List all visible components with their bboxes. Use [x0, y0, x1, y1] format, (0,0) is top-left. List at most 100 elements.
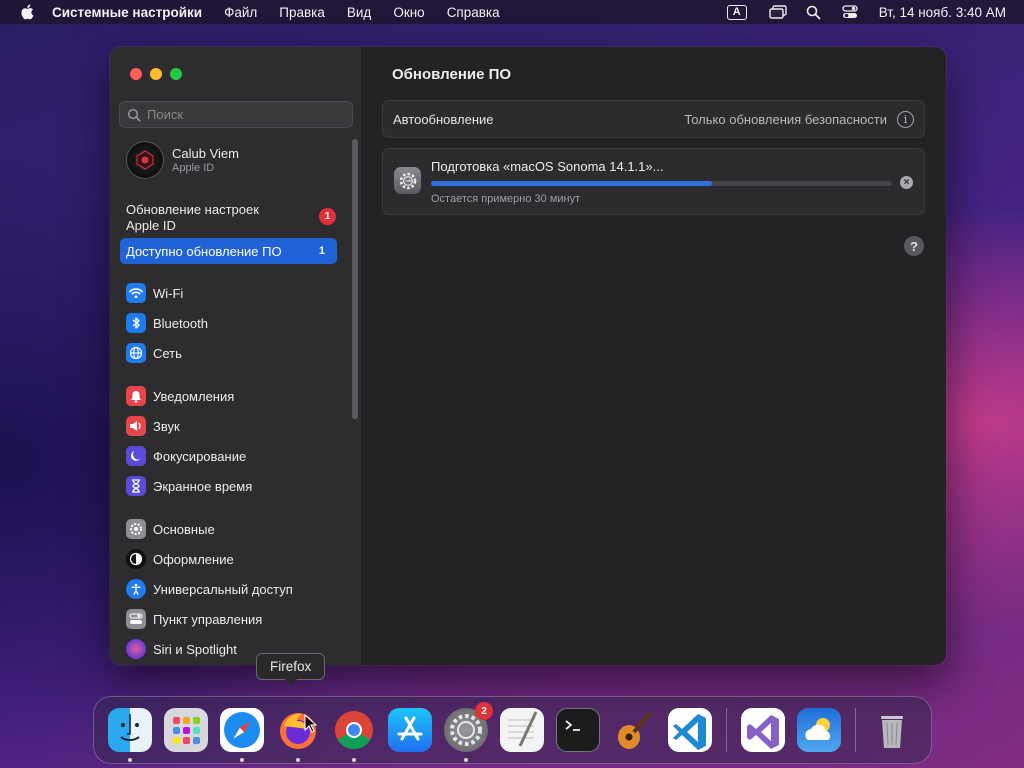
auto-update-label: Автообновление [393, 111, 494, 127]
sidebar-item-label: Звук [153, 418, 180, 434]
sidebar-item-label: Уведомления [153, 388, 235, 404]
sidebar-item-label: Основные [153, 521, 215, 537]
running-indicator [296, 758, 300, 762]
dock-vscode[interactable] [668, 708, 712, 752]
sidebar-item-label: Доступно обновление ПО [126, 243, 282, 259]
dock-chrome[interactable] [332, 708, 376, 762]
dock-separator [726, 708, 727, 752]
control-center-icon[interactable] [839, 4, 861, 20]
auto-update-value: Только обновления безопасности [684, 111, 887, 127]
sidebar-item-label: Bluetooth [153, 315, 208, 331]
moon-icon [126, 446, 146, 466]
sidebar-item-sound[interactable]: Звук [126, 411, 346, 441]
dock-visual-studio[interactable] [741, 708, 785, 752]
gear-icon [126, 519, 146, 539]
update-progress-bar [431, 181, 892, 186]
mouse-cursor-icon [304, 714, 318, 733]
sidebar-item-apple-id-update[interactable]: Обновление настроек Apple ID 1 [126, 202, 336, 234]
trash-icon [881, 716, 903, 748]
running-indicator [464, 758, 468, 762]
sidebar-group-notifications: Уведомления Звук Фокусирование Экранное … [126, 381, 346, 501]
sidebar-item-bluetooth[interactable]: Bluetooth [126, 308, 346, 338]
sidebar-item-wifi[interactable]: Wi-Fi [126, 278, 346, 308]
dock-app-store[interactable] [388, 708, 432, 752]
sidebar-item-focus[interactable]: Фокусирование [126, 441, 346, 471]
sidebar-item-network[interactable]: Сеть [126, 338, 346, 368]
sidebar: Calub Viem Apple ID Обновление настроек … [110, 47, 362, 665]
appearance-icon [126, 549, 146, 569]
sidebar-item-label: Фокусирование [153, 448, 247, 464]
avatar [126, 141, 164, 179]
info-icon[interactable]: i [897, 110, 914, 128]
launchpad-icon [173, 717, 200, 744]
search-field[interactable] [119, 101, 353, 128]
bluetooth-icon [126, 313, 146, 333]
sidebar-group-general: Основные Оформление Универсальный доступ… [126, 514, 346, 664]
update-count-badge: 1 [318, 245, 325, 257]
minimize-window-button[interactable] [150, 68, 162, 80]
dock-finder[interactable] [108, 708, 152, 762]
sidebar-item-accessibility[interactable]: Универсальный доступ [126, 574, 346, 604]
help-button[interactable]: ? [904, 236, 924, 256]
sidebar-group-network: Wi-Fi Bluetooth Сеть [126, 278, 346, 368]
menu-app-name[interactable]: Системные настройки [52, 5, 202, 20]
app-store-icon [397, 716, 423, 741]
wifi-icon [126, 283, 146, 303]
zoom-window-button[interactable] [170, 68, 182, 80]
menu-view[interactable]: Вид [347, 5, 371, 20]
menu-window[interactable]: Окно [393, 5, 424, 20]
notification-badge: 2 [475, 702, 493, 720]
dock-garageband[interactable] [612, 708, 656, 752]
cancel-update-button[interactable]: × [900, 176, 913, 189]
dock-separator [855, 708, 856, 752]
notification-badge: 1 [319, 208, 336, 225]
vscode-icon [673, 714, 706, 750]
menu-clock[interactable]: Вт, 14 нояб. 3:40 AM [879, 5, 1006, 20]
running-indicator [240, 758, 244, 762]
menu-file[interactable]: Файл [224, 5, 257, 20]
auto-update-row[interactable]: Автообновление Только обновления безопас… [382, 100, 925, 138]
hourglass-icon [126, 476, 146, 496]
sidebar-scrollbar[interactable] [352, 139, 358, 419]
sidebar-item-appearance[interactable]: Оформление [126, 544, 346, 574]
dock-textedit[interactable] [500, 708, 544, 752]
account-name: Calub Viem [172, 146, 239, 161]
globe-icon [126, 343, 146, 363]
main-pane: Обновление ПО Автообновление Только обно… [362, 47, 946, 665]
search-icon [127, 108, 141, 122]
sidebar-item-label: Siri и Spotlight [153, 641, 237, 657]
dock-tooltip: Firefox [256, 653, 326, 686]
dock-launchpad[interactable] [164, 708, 208, 752]
menu-help[interactable]: Справка [447, 5, 500, 20]
dock-safari[interactable] [220, 708, 264, 762]
update-time-remaining: Остается примерно 30 минут [431, 193, 581, 205]
system-settings-window: Calub Viem Apple ID Обновление настроек … [110, 47, 946, 665]
running-indicator [352, 758, 356, 762]
menu-edit[interactable]: Правка [279, 5, 325, 20]
visual-studio-icon [747, 715, 779, 749]
dock-weather[interactable] [797, 708, 841, 752]
close-window-button[interactable] [130, 68, 142, 80]
update-progress-fill [431, 181, 713, 186]
dock-system-settings[interactable]: 2 [444, 702, 493, 762]
input-source-icon[interactable]: A [726, 4, 747, 20]
finder-icon [120, 714, 140, 741]
apple-id-account[interactable]: Calub Viem Apple ID [126, 141, 239, 179]
sidebar-item-control-center[interactable]: Пункт управления [126, 604, 346, 634]
search-input[interactable] [147, 107, 337, 122]
spotlight-search-icon[interactable] [803, 4, 825, 20]
dock-terminal[interactable] [556, 708, 600, 752]
apple-icon[interactable] [18, 4, 36, 20]
window-switcher-icon[interactable] [767, 4, 789, 20]
sidebar-item-software-update[interactable]: Доступно обновление ПО 1 [120, 238, 337, 264]
dock-trash[interactable] [870, 708, 914, 752]
update-title: Подготовка «macOS Sonoma 14.1.1»... [431, 159, 664, 174]
siri-icon [126, 639, 146, 659]
sidebar-item-screen-time[interactable]: Экранное время [126, 471, 346, 501]
page-title: Обновление ПО [392, 66, 512, 83]
window-controls [130, 68, 182, 80]
sidebar-item-notifications[interactable]: Уведомления [126, 381, 346, 411]
weather-icon [805, 718, 831, 740]
terminal-icon [565, 720, 580, 731]
sidebar-item-general[interactable]: Основные [126, 514, 346, 544]
